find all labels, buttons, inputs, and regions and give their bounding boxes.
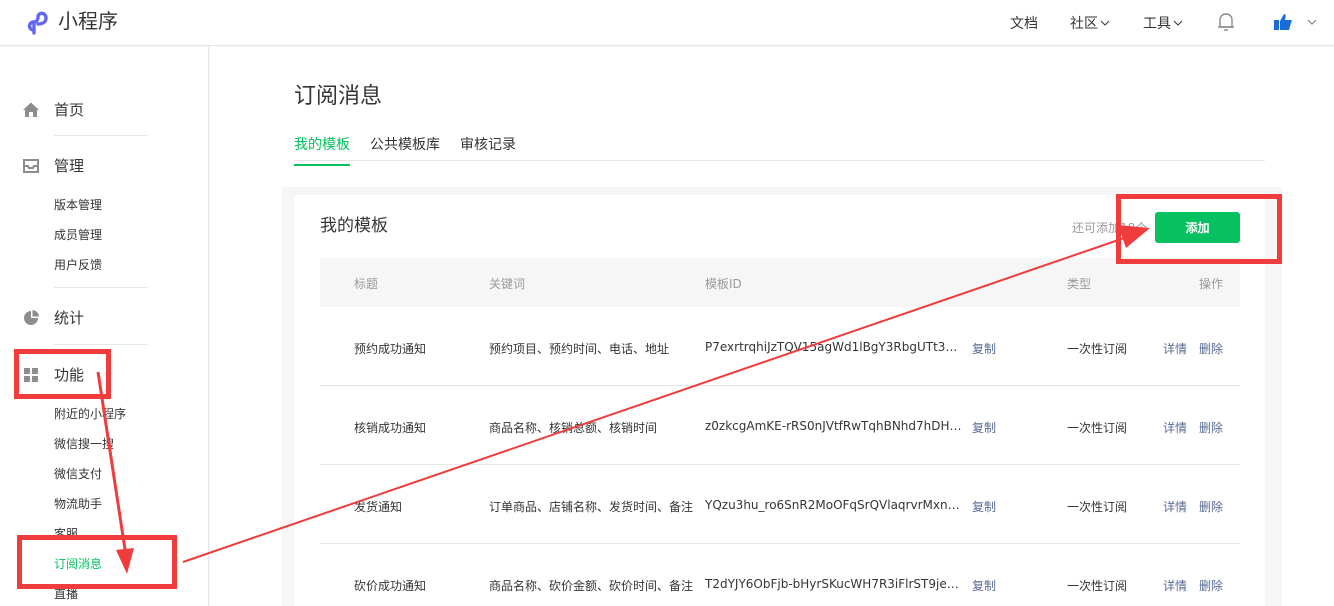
- sidebar-item-home[interactable]: 首页: [22, 99, 84, 120]
- sidebar-item-label: 管理: [54, 157, 85, 175]
- table-row: 砍价成功通知 商品名称、砍价金额、砍价时间、备注 T2dYJY6ObFjb-bH…: [320, 544, 1240, 606]
- row-keywords: 商品名称、核销总额、核销时间: [489, 421, 658, 435]
- delete-link[interactable]: 删除: [1199, 340, 1223, 357]
- tab-my-templates[interactable]: 我的模板: [294, 134, 350, 166]
- tab-review-records[interactable]: 审核记录: [460, 134, 516, 166]
- inbox-icon: [23, 158, 39, 173]
- delete-link[interactable]: 删除: [1199, 498, 1223, 515]
- header-template-id: 模板ID: [705, 277, 742, 291]
- table-row: 核销成功通知 商品名称、核销总额、核销时间 z0zkcgAmKE-rRS0nJV…: [320, 386, 1240, 465]
- row-template-id: P7exrtrqhiJzTQV15agWd1lBgY3RbgUTt3FO..: [705, 340, 963, 354]
- sidebar-item-label: 统计: [54, 309, 85, 327]
- row-keywords: 预约项目、预约时间、电话、地址: [489, 342, 670, 356]
- row-title: 发货通知: [354, 500, 403, 514]
- row-type: 一次性订阅: [1067, 421, 1128, 435]
- nav-community-label: 社区: [1070, 16, 1098, 32]
- table-row: 发货通知 订单商品、店铺名称、发货时间、备注 YQzu3hu_ro6SnR2Mo…: [320, 465, 1240, 544]
- row-type: 一次性订阅: [1067, 342, 1128, 356]
- bell-icon[interactable]: [1216, 11, 1236, 33]
- nav-community[interactable]: 社区: [1070, 0, 1110, 46]
- row-template-id: z0zkcgAmKE-rRS0nJVtfRwTqhBNhd7hDH1...: [705, 419, 963, 433]
- pie-chart-icon: [24, 309, 39, 325]
- copy-link[interactable]: 复制: [972, 498, 996, 515]
- sidebar-item-label: 首页: [54, 101, 85, 119]
- card-title: 我的模板: [320, 216, 388, 236]
- main-content: 订阅消息 我的模板 公共模板库 审核记录 我的模板 还可添加18个 添加 标题 …: [210, 47, 1334, 606]
- table-header: 标题 关键词 模板ID 类型 操作: [320, 258, 1240, 307]
- tab-divider: [294, 160, 1265, 161]
- header-title: 标题: [354, 277, 379, 291]
- row-template-id: YQzu3hu_ro6SnR2MoOFqSrQVlaqrvrMxn5...: [705, 498, 963, 512]
- tab-bar: 我的模板 公共模板库 审核记录: [294, 134, 536, 166]
- app-title: 小程序: [58, 9, 118, 33]
- sidebar-sub-logistics[interactable]: 物流助手: [54, 496, 102, 512]
- sidebar-sub-search[interactable]: 微信搜一搜: [54, 436, 114, 452]
- sidebar: 首页 管理 版本管理 成员管理 用户反馈 统计 功能 附近的小程序 微信搜一搜 …: [0, 47, 209, 606]
- copy-link[interactable]: 复制: [972, 340, 996, 357]
- row-title: 砍价成功通知: [354, 579, 427, 593]
- copy-link[interactable]: 复制: [972, 577, 996, 594]
- row-type: 一次性订阅: [1067, 500, 1128, 514]
- sidebar-divider: [54, 287, 148, 288]
- delete-link[interactable]: 删除: [1199, 577, 1223, 594]
- header-actions: 操作: [1199, 277, 1224, 291]
- home-icon: [23, 102, 39, 117]
- tab-public-library[interactable]: 公共模板库: [370, 134, 440, 166]
- row-keywords: 订单商品、店铺名称、发货时间、备注: [489, 500, 694, 514]
- chevron-down-icon: [1100, 20, 1110, 26]
- sidebar-sub-version[interactable]: 版本管理: [54, 197, 102, 213]
- detail-link[interactable]: 详情: [1163, 340, 1187, 357]
- sidebar-divider: [54, 344, 148, 345]
- detail-link[interactable]: 详情: [1163, 577, 1187, 594]
- row-title: 预约成功通知: [354, 342, 427, 356]
- nav-tools[interactable]: 工具: [1143, 0, 1183, 46]
- nav-docs[interactable]: 文档: [1010, 0, 1038, 46]
- annotation-box-features: [14, 349, 111, 399]
- annotation-box-subscribe: [17, 535, 177, 589]
- logo-icon[interactable]: [24, 8, 52, 36]
- header-type: 类型: [1067, 277, 1092, 291]
- avatar-icon[interactable]: [1273, 13, 1293, 31]
- row-title: 核销成功通知: [354, 421, 427, 435]
- sidebar-item-manage[interactable]: 管理: [22, 155, 84, 176]
- sidebar-sub-feedback[interactable]: 用户反馈: [54, 257, 102, 273]
- header-keywords: 关键词: [489, 277, 526, 291]
- detail-link[interactable]: 详情: [1163, 498, 1187, 515]
- top-bar: 小程序 文档 社区 工具: [0, 0, 1334, 46]
- annotation-box-add: [1116, 194, 1282, 264]
- chevron-down-icon: [1173, 20, 1183, 26]
- row-type: 一次性订阅: [1067, 579, 1128, 593]
- sidebar-sub-members[interactable]: 成员管理: [54, 227, 102, 243]
- sidebar-sub-nearby[interactable]: 附近的小程序: [54, 406, 126, 422]
- detail-link[interactable]: 详情: [1163, 419, 1187, 436]
- row-template-id: T2dYJY6ObFjb-bHyrSKucWH7R3iFlrST9jeLB..: [705, 577, 963, 591]
- sidebar-sub-pay[interactable]: 微信支付: [54, 466, 102, 482]
- row-keywords: 商品名称、砍价金额、砍价时间、备注: [489, 579, 694, 593]
- table-row: 预约成功通知 预约项目、预约时间、电话、地址 P7exrtrqhiJzTQV15…: [320, 307, 1240, 386]
- nav-docs-label: 文档: [1010, 16, 1038, 32]
- sidebar-item-stats[interactable]: 统计: [22, 307, 84, 328]
- delete-link[interactable]: 删除: [1199, 419, 1223, 436]
- nav-tools-label: 工具: [1143, 16, 1171, 32]
- chevron-down-icon[interactable]: [1306, 16, 1318, 28]
- sidebar-divider: [54, 135, 148, 136]
- copy-link[interactable]: 复制: [972, 419, 996, 436]
- page-title: 订阅消息: [294, 84, 383, 109]
